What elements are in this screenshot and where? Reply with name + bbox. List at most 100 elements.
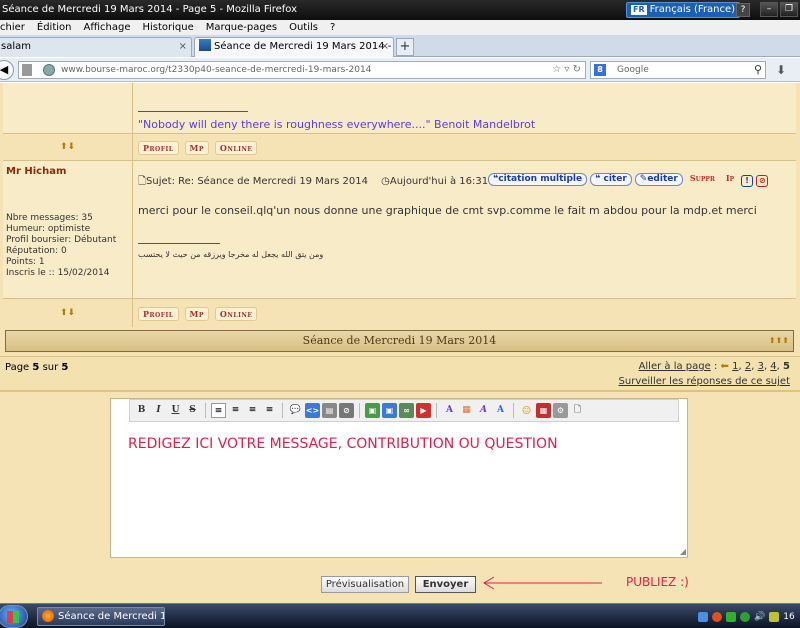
delete-button[interactable]: Suppr: [686, 173, 719, 186]
menu-item-affichage[interactable]: Affichage: [84, 20, 131, 35]
window-title: Séance de Mercredi 19 Mars 2014 - Page 5…: [2, 4, 298, 15]
smiley-icon[interactable]: ☺: [519, 403, 534, 418]
scroll-arrows[interactable]: ⬆⬇: [3, 134, 133, 160]
goto-page-link[interactable]: Aller à la page: [639, 361, 711, 372]
hide-icon[interactable]: ⊘: [339, 403, 354, 418]
toolbar-separator: [513, 403, 514, 418]
network-icon[interactable]: [698, 611, 708, 622]
underline-button[interactable]: U: [168, 403, 183, 418]
profile-button[interactable]: Profil: [138, 141, 179, 155]
topic-title: Séance de Mercredi 19 Mars 2014: [302, 334, 497, 347]
search-input[interactable]: 8 Google ⚲: [590, 61, 766, 79]
warn-icon[interactable]: ⊘: [756, 175, 769, 187]
tab-bar: salam × Séance de Mercredi 19 Mars 2014 …: [0, 35, 800, 57]
ip-button[interactable]: Ip: [722, 173, 738, 186]
prev-page-icon[interactable]: ⬅: [721, 361, 729, 372]
restore-button[interactable]: ❐: [780, 2, 798, 17]
search-icon[interactable]: ⚲: [754, 62, 762, 78]
align-center-button[interactable]: ≡: [228, 403, 243, 418]
battery-icon[interactable]: [769, 611, 780, 622]
date-icon[interactable]: ▦: [536, 403, 551, 418]
start-button[interactable]: [0, 605, 28, 628]
align-left-button[interactable]: ≡: [211, 403, 226, 418]
page-link-3[interactable]: 3: [758, 361, 764, 372]
tab-salam[interactable]: salam ×: [0, 37, 192, 57]
url-bar[interactable]: www.bourse-maroc.org/t2330p40-seance-de-…: [18, 61, 586, 79]
message-editor[interactable]: B I U S ≡ ≡ ≡ ≡ 💬 <> ▤ ⊘ ▣ ▣ ∞ ▶ A ▦ A A…: [110, 398, 688, 558]
page-link-1[interactable]: 1: [732, 361, 738, 372]
site-identity-icon[interactable]: [22, 64, 32, 76]
profile-button[interactable]: Profil: [138, 307, 179, 321]
justify-button[interactable]: ≡: [262, 403, 277, 418]
menu-item-marque-pages[interactable]: Marque-pages: [206, 20, 277, 35]
post-footer: ⬆⬇ Profil Mp Online: [3, 299, 796, 327]
up-down-arrows-icon[interactable]: ⬆⬇: [60, 308, 75, 318]
pm-button[interactable]: Mp: [184, 307, 209, 321]
minimize-button[interactable]: –: [760, 2, 778, 17]
watch-topic-link[interactable]: Surveiller les réponses de ce sujet: [619, 376, 790, 387]
menu-item-outils[interactable]: Outils: [289, 20, 318, 35]
back-button[interactable]: ◀: [0, 60, 14, 80]
help-icon[interactable]: ?: [736, 3, 750, 17]
post-header: 🗋Sujet: Re: Séance de Mercredi 19 Mars 2…: [138, 174, 488, 191]
bold-button[interactable]: B: [134, 403, 149, 418]
update-icon[interactable]: [740, 611, 750, 622]
author-name[interactable]: Mr Hicham: [6, 166, 66, 177]
taskbar-item-firefox[interactable]: Séance de Mercredi 1...: [37, 607, 165, 626]
navigation-arrows-icon[interactable]: ⬆⬆⬆: [769, 331, 789, 351]
online-button[interactable]: Online: [214, 307, 258, 321]
new-tab-button[interactable]: +: [396, 38, 414, 56]
tab-seance[interactable]: Séance de Mercredi 19 Mars 2014 - Page 5…: [194, 37, 394, 57]
volume-icon[interactable]: 🔊: [754, 612, 765, 622]
report-icon[interactable]: !: [741, 175, 754, 187]
page-link-4[interactable]: 4: [770, 361, 776, 372]
menu-item-help[interactable]: ?: [330, 20, 335, 35]
menu-item-fichier[interactable]: chier: [0, 20, 25, 35]
font-size-icon[interactable]: A: [442, 403, 457, 418]
edit-button[interactable]: ✎editer: [634, 173, 683, 186]
menu-item-edition[interactable]: Édition: [37, 20, 72, 35]
menu-bar: chier Édition Affichage Historique Marqu…: [0, 20, 800, 35]
online-button[interactable]: Online: [214, 141, 258, 155]
download-icon[interactable]: ⬇: [772, 61, 790, 79]
up-down-arrows-icon[interactable]: ⬆⬇: [60, 142, 75, 152]
strike-button[interactable]: S: [185, 403, 200, 418]
code-icon[interactable]: <>: [305, 403, 320, 418]
send-button[interactable]: Envoyer: [415, 576, 476, 593]
scroll-arrows[interactable]: ⬆⬇: [3, 299, 133, 327]
spoiler-icon[interactable]: ▤: [322, 403, 337, 418]
quote-icon[interactable]: 💬: [288, 403, 303, 418]
pm-button[interactable]: Mp: [184, 141, 209, 155]
color-icon[interactable]: ▦: [459, 403, 474, 418]
stat-reputation: Réputation: 0: [6, 246, 67, 256]
host-image-icon[interactable]: ▣: [382, 403, 397, 418]
align-right-button[interactable]: ≡: [245, 403, 260, 418]
italic-button[interactable]: I: [151, 403, 166, 418]
close-icon[interactable]: ×: [179, 38, 187, 56]
menu-item-historique[interactable]: Historique: [142, 20, 193, 35]
link-icon[interactable]: ∞: [399, 403, 414, 418]
security-icon[interactable]: [712, 611, 722, 622]
font-icon[interactable]: A: [476, 403, 491, 418]
image-icon[interactable]: ▣: [365, 403, 380, 418]
prev-post-author-col: [3, 83, 133, 133]
quote-button[interactable]: ❝ citer: [590, 173, 632, 186]
clear-format-icon[interactable]: A: [493, 403, 508, 418]
close-icon[interactable]: ×: [381, 38, 389, 56]
preview-button[interactable]: Prévisualisation: [321, 576, 409, 593]
google-icon[interactable]: 8: [594, 64, 606, 76]
source-icon[interactable]: 🗋: [570, 403, 585, 418]
clock[interactable]: 16: [783, 612, 794, 622]
stat-points: Points: 1: [6, 257, 45, 267]
resize-handle-icon[interactable]: ◢: [680, 547, 686, 556]
play-icon[interactable]: [726, 611, 736, 622]
language-indicator[interactable]: FR Français (France): [626, 2, 741, 18]
multi-quote-button[interactable]: ❝citation multiple: [488, 173, 588, 186]
more-icon[interactable]: ⚙: [553, 403, 568, 418]
page-link-2[interactable]: 2: [745, 361, 751, 372]
post-actions: ❝citation multiple ❝ citer ✎editer Suppr Ip!…: [488, 173, 769, 187]
bookmark-star-icon[interactable]: ☆ ▿ ↻: [552, 62, 581, 78]
window-titlebar: Séance de Mercredi 19 Mars 2014 - Page 5…: [0, 0, 800, 20]
tab-title: Séance de Mercredi 19 Mars 2014 - Page 5: [214, 41, 393, 52]
youtube-icon[interactable]: ▶: [416, 403, 431, 418]
